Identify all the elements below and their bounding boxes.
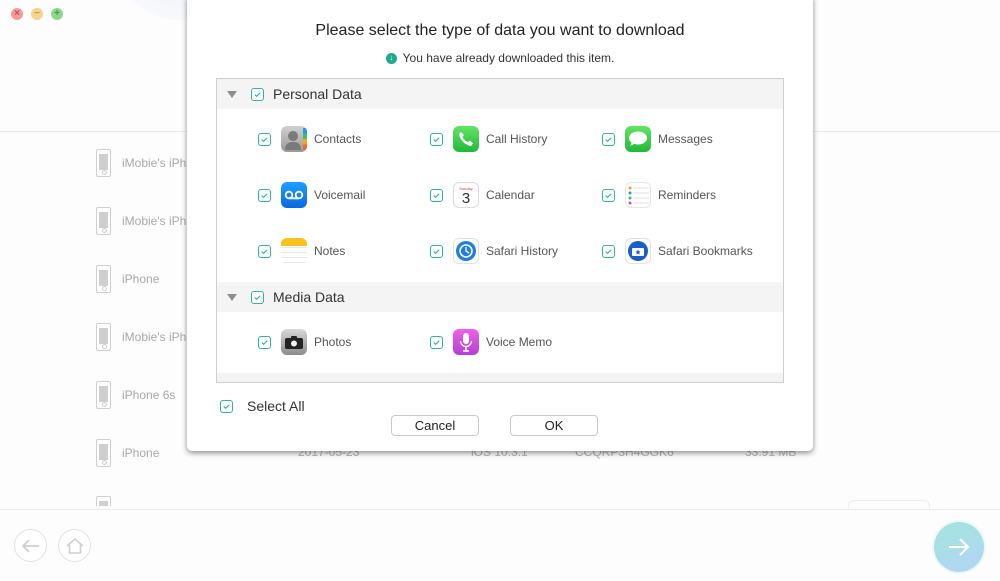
checkbox[interactable] (430, 132, 443, 146)
device-name: iMobie's iPh (122, 156, 187, 170)
reminders-icon (625, 182, 651, 208)
device-name: iPhone 6s (122, 388, 176, 402)
collapse-triangle-icon[interactable] (227, 90, 237, 98)
camera-icon (281, 329, 307, 355)
device-name: iPhone (122, 446, 160, 460)
item-voicemail[interactable]: Voicemail (258, 180, 365, 210)
checkbox[interactable] (602, 188, 615, 202)
item-label: Messages (658, 132, 713, 146)
device-name: iMobie's iPh (122, 330, 187, 344)
item-label: Reminders (658, 188, 717, 202)
checkbox[interactable] (602, 244, 615, 258)
category-personal-data[interactable]: Personal Data (217, 79, 783, 109)
next-button[interactable] (934, 522, 984, 572)
iphone-icon (96, 265, 111, 293)
footer-divider (0, 509, 1000, 510)
category-next-partial[interactable] (217, 373, 783, 382)
item-messages[interactable]: Messages (602, 124, 713, 154)
checkbox-media-data[interactable] (251, 290, 264, 304)
note-text: You have already downloaded this item. (402, 51, 615, 65)
microphone-icon (453, 329, 479, 355)
contacts-icon (281, 126, 307, 152)
phone-icon (453, 126, 479, 152)
checkbox[interactable] (258, 188, 271, 202)
window-controls: × − + (11, 8, 63, 20)
iphone-icon (96, 323, 111, 351)
collapse-triangle-icon[interactable] (227, 293, 237, 301)
category-label: Personal Data (273, 86, 362, 102)
item-label: Notes (314, 244, 346, 258)
background-button (848, 500, 930, 508)
iphone-icon (96, 381, 111, 409)
select-all-option[interactable]: Select All (220, 398, 305, 414)
home-button[interactable] (58, 529, 91, 562)
iphone-icon (96, 439, 111, 467)
safari-history-icon (453, 238, 479, 264)
item-call-history[interactable]: Call History (430, 124, 547, 154)
notes-icon (281, 238, 307, 264)
back-button[interactable] (14, 529, 47, 562)
item-label: Voice Memo (486, 335, 553, 349)
close-window-button[interactable]: × (11, 8, 23, 20)
ok-button[interactable]: OK (510, 415, 598, 436)
item-reminders[interactable]: Reminders (602, 180, 716, 210)
minimize-window-button[interactable]: − (31, 8, 43, 20)
checkbox[interactable] (258, 132, 271, 146)
checkbox[interactable] (258, 244, 271, 258)
home-icon (65, 537, 84, 554)
calendar-icon: Sunday 3 (453, 182, 479, 208)
data-type-list[interactable]: Personal Data Contacts Call History Mess… (216, 78, 784, 383)
checkbox[interactable] (430, 335, 443, 349)
checkbox[interactable] (430, 188, 443, 202)
item-label: Photos (314, 335, 352, 349)
download-type-dialog: Please select the type of data you want … (187, 0, 813, 451)
item-calendar[interactable]: Sunday 3 Calendar (430, 180, 535, 210)
item-label: Calendar (486, 188, 535, 202)
checkbox-personal-data[interactable] (251, 87, 264, 101)
messages-icon (625, 126, 651, 152)
category-label: Media Data (273, 289, 345, 305)
device-name: iPhone (122, 272, 160, 286)
back-arrow-icon (21, 538, 39, 553)
checkbox[interactable] (602, 132, 615, 146)
next-arrow-icon (949, 538, 970, 556)
dialog-title: Please select the type of data you want … (315, 22, 685, 39)
item-label: Voicemail (314, 188, 366, 202)
voicemail-icon (281, 182, 307, 208)
item-safari-history[interactable]: Safari History (430, 236, 558, 266)
item-voice-memo[interactable]: Voice Memo (430, 327, 552, 357)
checkbox[interactable] (258, 335, 271, 349)
item-label: Safari History (486, 244, 559, 258)
iphone-icon (96, 149, 111, 177)
item-notes[interactable]: Notes (258, 236, 345, 266)
safari-bookmarks-icon (625, 238, 651, 264)
item-label: Call History (486, 132, 548, 146)
item-safari-bookmarks[interactable]: Safari Bookmarks (602, 236, 753, 266)
select-all-label: Select All (247, 398, 305, 414)
iphone-icon (96, 207, 111, 235)
item-label: Safari Bookmarks (658, 244, 753, 258)
iphone-icon (96, 496, 111, 506)
device-name: iMobie's iPh (122, 214, 187, 228)
item-contacts[interactable]: Contacts (258, 124, 361, 154)
maximize-window-button[interactable]: + (51, 8, 63, 20)
item-photos[interactable]: Photos (258, 327, 351, 357)
checkbox[interactable] (430, 244, 443, 258)
download-done-icon: ↓ (385, 52, 397, 64)
item-label: Contacts (314, 132, 362, 146)
already-downloaded-note: ↓ You have already downloaded this item. (187, 51, 813, 65)
cancel-button[interactable]: Cancel (391, 415, 479, 436)
category-media-data[interactable]: Media Data (217, 282, 783, 312)
select-all-checkbox[interactable] (220, 399, 233, 413)
